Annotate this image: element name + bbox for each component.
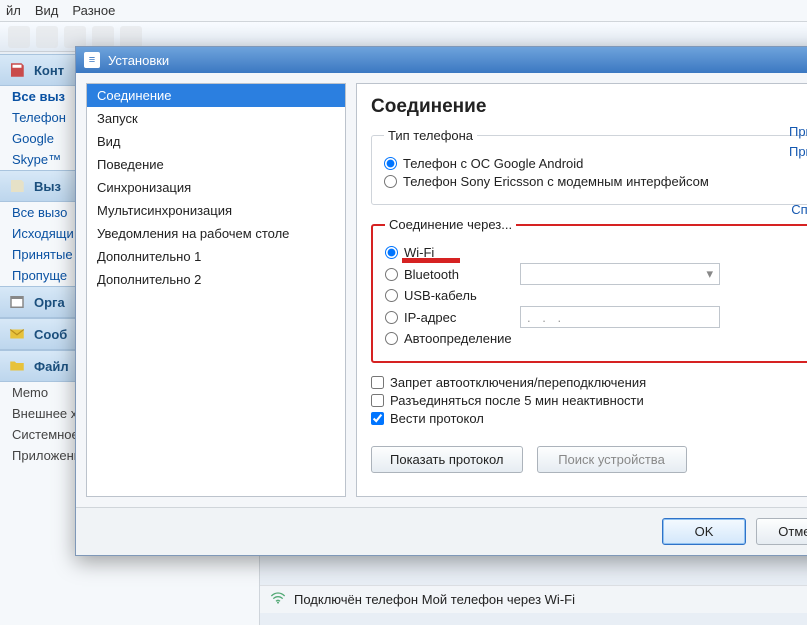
toolbar-icon[interactable] [92, 26, 114, 48]
ok-button[interactable]: OK [662, 518, 746, 545]
radio-usb[interactable] [385, 289, 398, 302]
section-label: Файл [34, 359, 69, 374]
radio-auto[interactable] [385, 332, 398, 345]
nav-desktop-notify[interactable]: Уведомления на рабочем столе [87, 222, 345, 245]
paper-icon [8, 177, 26, 195]
calendar-icon [8, 293, 26, 311]
section-label: Конт [34, 63, 64, 78]
fieldset-connection-via: Соединение через... Wi-Fi Bluetooth ▾ US… [371, 217, 807, 363]
status-text: Подключён телефон Мой телефон через Wi-F… [294, 592, 575, 607]
legend-connection-via: Соединение через... [385, 217, 516, 232]
radio-label: Bluetooth [404, 267, 514, 282]
radio-android-row[interactable]: Телефон с ОС Google Android [384, 156, 807, 171]
nav-behavior[interactable]: Поведение [87, 153, 345, 176]
nav-sync[interactable]: Синхронизация [87, 176, 345, 199]
radio-wifi[interactable] [385, 246, 398, 259]
dialog-title: Установки [108, 53, 169, 68]
check-label: Разъединяться после 5 мин неактивности [390, 393, 644, 408]
radio-sony-row[interactable]: Телефон Sony Ericsson с модемным интерфе… [384, 174, 807, 189]
toolbar-icon[interactable] [120, 26, 142, 48]
nav-additional-1[interactable]: Дополнительно 1 [87, 245, 345, 268]
dialog-titlebar[interactable]: ≡ Установки [76, 47, 807, 73]
app-icon: ≡ [84, 52, 100, 68]
check-disconnect-5min[interactable] [371, 394, 384, 407]
settings-dialog: ≡ Установки Соединение Запуск Вид Поведе… [75, 46, 807, 556]
radio-sony[interactable] [384, 175, 397, 188]
toolbar-icon[interactable] [64, 26, 86, 48]
check-log[interactable] [371, 412, 384, 425]
nav-additional-2[interactable]: Дополнительно 2 [87, 268, 345, 291]
nav-multisync[interactable]: Мультисинхронизация [87, 199, 345, 222]
check-log-row[interactable]: Вести протокол [371, 411, 807, 426]
radio-bluetooth[interactable] [385, 268, 398, 281]
nav-startup[interactable]: Запуск [87, 107, 345, 130]
cancel-button[interactable]: Отмен [756, 518, 807, 545]
radio-label: Автоопределение [404, 331, 512, 346]
book-icon [8, 61, 26, 79]
section-label: Орга [34, 295, 65, 310]
dialog-footer: OK Отмен [76, 507, 807, 555]
radio-android[interactable] [384, 157, 397, 170]
link-note-1[interactable]: Приме [789, 124, 807, 139]
legend-phone-type: Тип телефона [384, 128, 477, 143]
check-no-autodisconnect-row[interactable]: Запрет автоотключения/переподключения [371, 375, 807, 390]
main-window-menu: йл Вид Разное [0, 0, 807, 22]
nav-connection[interactable]: Соединение [87, 84, 345, 107]
check-label: Запрет автоотключения/переподключения [390, 375, 646, 390]
status-bar: Подключён телефон Мой телефон через Wi-F… [260, 585, 807, 613]
wifi-icon [270, 592, 286, 607]
check-no-autodisconnect[interactable] [371, 376, 384, 389]
menu-view[interactable]: Вид [35, 3, 59, 18]
ip-input[interactable]: . . . [520, 306, 720, 328]
settings-content: Соединение Приме Приме Справ Тип телефон… [356, 83, 807, 497]
section-label: Выз [34, 179, 61, 194]
fieldset-phone-type: Тип телефона Телефон с ОС Google Android… [371, 128, 807, 205]
menu-misc[interactable]: Разное [72, 3, 115, 18]
check-disconnect-5min-row[interactable]: Разъединяться после 5 мин неактивности [371, 393, 807, 408]
chevron-down-icon: ▾ [706, 266, 713, 282]
folder-icon [8, 357, 26, 375]
radio-auto-row[interactable]: Автоопределение [385, 331, 807, 346]
nav-view[interactable]: Вид [87, 130, 345, 153]
link-help[interactable]: Справ [791, 202, 807, 217]
radio-bluetooth-row[interactable]: Bluetooth ▾ [385, 263, 807, 285]
toolbar-icon[interactable] [8, 26, 30, 48]
link-note-2[interactable]: Приме [789, 144, 807, 159]
check-label: Вести протокол [390, 411, 484, 426]
settings-nav: Соединение Запуск Вид Поведение Синхрони… [86, 83, 346, 497]
section-label: Сооб [34, 327, 67, 342]
radio-ip[interactable] [385, 311, 398, 324]
radio-ip-row[interactable]: IP-адрес . . . [385, 306, 807, 328]
radio-label: Телефон Sony Ericsson с модемным интерфе… [403, 174, 709, 189]
radio-label: IP-адрес [404, 310, 514, 325]
radio-usb-row[interactable]: USB-кабель [385, 288, 807, 303]
radio-label: USB-кабель [404, 288, 477, 303]
find-device-button[interactable]: Поиск устройства [537, 446, 687, 473]
radio-label: Телефон с ОС Google Android [403, 156, 583, 171]
toolbar-icon[interactable] [36, 26, 58, 48]
envelope-icon [8, 325, 26, 343]
radio-wifi-row[interactable]: Wi-Fi [385, 245, 807, 260]
menu-file[interactable]: йл [6, 3, 21, 18]
show-log-button[interactable]: Показать протокол [371, 446, 523, 473]
radio-label: Wi-Fi [404, 245, 434, 260]
bluetooth-combo[interactable]: ▾ [520, 263, 720, 285]
content-heading: Соединение [371, 96, 807, 118]
